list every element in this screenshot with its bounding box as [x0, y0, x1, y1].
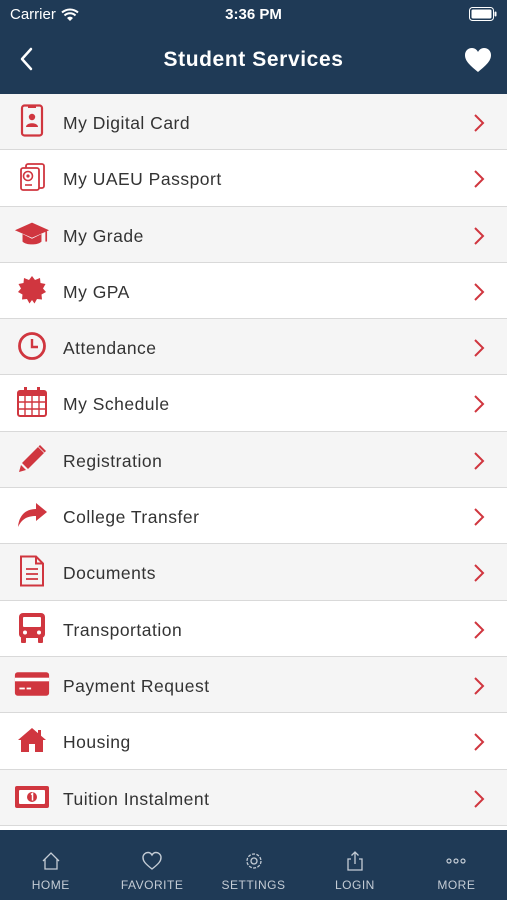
share-arrow-icon: [14, 497, 50, 533]
list-item-label: My GPA: [63, 281, 130, 302]
tab-label: MORE: [437, 878, 476, 892]
list-item-label: College Transfer: [63, 507, 200, 528]
tab-more[interactable]: MORE: [406, 830, 507, 900]
chevron-right-icon: [474, 283, 485, 301]
tab-label: SETTINGS: [221, 878, 286, 892]
calendar-icon: [14, 384, 50, 420]
list-item-label: My UAEU Passport: [63, 169, 222, 190]
chevron-right-icon: [474, 452, 485, 470]
chevron-right-icon: [474, 620, 485, 639]
tab-label: HOME: [31, 878, 70, 892]
home-icon: [14, 722, 50, 758]
list-item-payment-request[interactable]: Payment Request: [0, 656, 507, 714]
list-item-label: My Schedule: [63, 394, 170, 415]
tab-label: LOGIN: [335, 878, 375, 892]
document-icon: [14, 553, 50, 589]
share-box-icon: [347, 851, 363, 871]
home-outline-icon: [42, 852, 60, 870]
tab-login[interactable]: LOGIN: [304, 830, 405, 900]
list-item-label: My Digital Card: [63, 113, 191, 133]
chevron-right-icon: [474, 677, 485, 695]
list-item-label: Payment Request: [63, 675, 210, 696]
badge-icon: [14, 272, 50, 308]
list-item-label: Registration: [63, 450, 163, 471]
list-item-label: Tuition Instalment: [63, 788, 210, 809]
chevron-right-icon: [474, 395, 485, 414]
money-icon: [14, 779, 50, 815]
chevron-right-icon: [474, 339, 485, 357]
gear-icon: [245, 853, 262, 869]
heart-icon[interactable]: [463, 46, 493, 74]
more-dots-icon: [446, 858, 466, 864]
list-item-label: Transportation: [63, 619, 183, 640]
list-item-my-grade[interactable]: My Grade: [0, 206, 507, 263]
chevron-right-icon: [474, 789, 485, 808]
list-item-transportation[interactable]: Transportation: [0, 600, 507, 657]
list-item-label: My Grade: [63, 225, 144, 246]
list-item-label: Attendance: [63, 338, 157, 359]
chevron-right-icon: [474, 226, 485, 245]
list-item-registration[interactable]: Registration: [0, 431, 507, 489]
nav-bar: Student Services: [0, 28, 507, 94]
battery-icon: [469, 7, 497, 21]
status-bar: Carrier 3:36 PM: [0, 0, 507, 28]
list-item-college-transfer[interactable]: College Transfer: [0, 488, 507, 545]
chevron-right-icon: [474, 170, 485, 189]
passport-icon: [14, 159, 50, 195]
graduation-cap-icon: [14, 216, 50, 252]
list-item-uaeu-passport[interactable]: My UAEU Passport: [0, 150, 507, 207]
pencil-icon: [14, 441, 50, 477]
tab-bar: HOME FAVORITE SETTINGS LOGIN MORE: [0, 830, 507, 900]
list-item-label: Documents: [63, 563, 157, 584]
list-item-housing[interactable]: Housing: [0, 713, 507, 770]
page-title: Student Services: [163, 48, 344, 71]
status-time: 3:36 PM: [225, 6, 282, 23]
header: Carrier 3:36 PM Student Services: [0, 0, 507, 94]
tab-settings[interactable]: SETTINGS: [203, 830, 304, 900]
tab-label: FAVORITE: [120, 878, 184, 892]
services-list: My Digital Card My UAEU Passport My Grad…: [0, 94, 507, 830]
credit-card-icon: [14, 666, 50, 702]
tab-home[interactable]: HOME: [0, 830, 101, 900]
list-item-attendance[interactable]: Attendance: [0, 319, 507, 376]
chevron-right-icon: [474, 733, 485, 751]
list-item-my-schedule[interactable]: My Schedule: [0, 375, 507, 432]
chevron-right-icon: [474, 564, 485, 583]
list-item-label: Housing: [63, 732, 131, 753]
tab-favorite[interactable]: FAVORITE: [101, 830, 202, 900]
id-card-icon: [14, 103, 50, 139]
heart-outline-icon: [142, 851, 162, 870]
list-item-digital-card[interactable]: My Digital Card: [0, 94, 507, 151]
clock-icon: [14, 328, 50, 364]
chevron-right-icon: [474, 114, 485, 132]
list-item-documents[interactable]: Documents: [0, 544, 507, 601]
bus-icon: [14, 610, 50, 646]
chevron-right-icon: [474, 508, 485, 526]
list-item-tuition-instalment[interactable]: Tuition Instalment: [0, 769, 507, 826]
list-item-my-gpa[interactable]: My GPA: [0, 262, 507, 320]
